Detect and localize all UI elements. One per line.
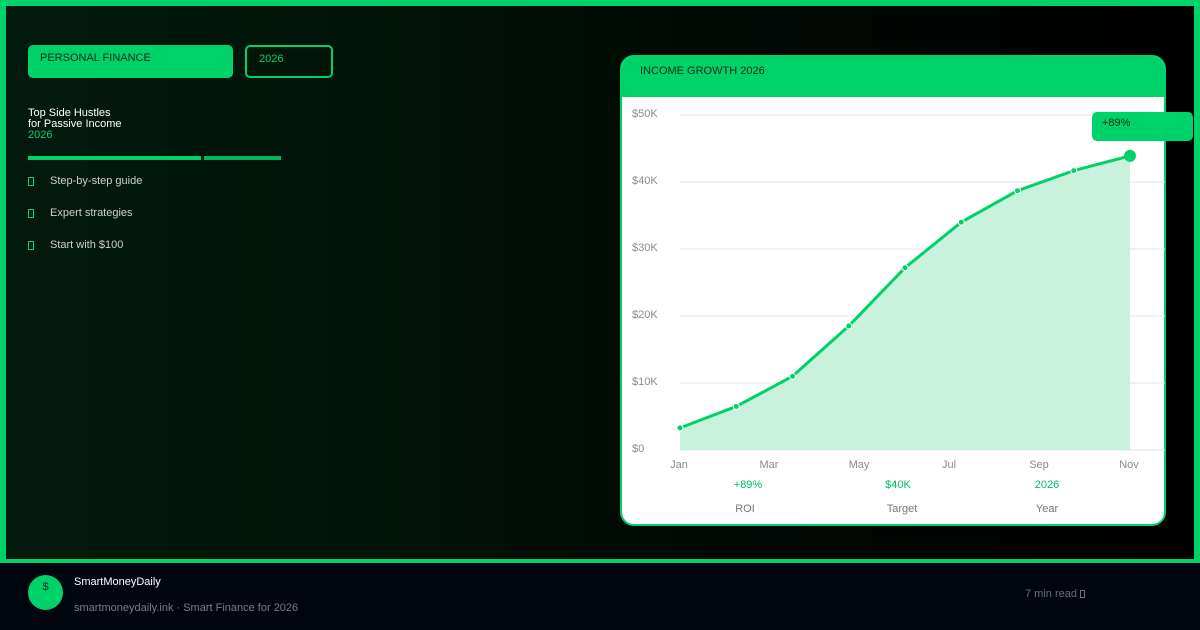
y-tick-label: $20K (632, 309, 658, 321)
y-tick-label: $0 (632, 443, 644, 455)
y-tick-label: $40K (632, 175, 658, 187)
brand-name: SmartMoneyDaily (74, 576, 161, 588)
data-point (676, 424, 684, 432)
data-point (789, 372, 796, 380)
footer: $ SmartMoneyDaily smartmoneydaily.ink · … (0, 563, 1200, 630)
stat-value-roi: +89% (733, 479, 763, 491)
data-point (845, 322, 853, 330)
stat-value-target: $40K (885, 479, 911, 491)
area-fill (680, 155, 1130, 450)
site-subtitle: smartmoneydaily.ink · Smart Finance for … (74, 602, 299, 614)
data-point (1070, 167, 1078, 175)
growth-badge: +89% (1092, 112, 1193, 141)
stat-label-year: Year (1035, 503, 1059, 515)
x-tick-label: May (849, 459, 870, 471)
logo: $ (28, 575, 63, 610)
stat-label-roi: ROI (735, 503, 755, 515)
x-tick-label: Jan (670, 459, 688, 471)
highlight-point (1124, 149, 1136, 162)
read-time: 7 min read (1025, 588, 1086, 600)
stat-label-target: Target (886, 503, 918, 515)
stat-value-year: 2026 (1034, 479, 1060, 491)
y-tick-label: $30K (632, 242, 658, 254)
x-tick-label: Nov (1119, 459, 1139, 471)
data-point (732, 402, 740, 410)
x-tick-label: Mar (760, 459, 779, 471)
income-chart: $0 $10K $20K $30K $40K $50K Jan Mar May Jul Sep Nov (632, 108, 1165, 471)
x-tick-label: Sep (1029, 459, 1049, 471)
data-point (1014, 187, 1021, 195)
x-tick-label: Jul (942, 459, 956, 471)
clock-icon (1080, 590, 1086, 599)
y-tick-label: $10K (632, 376, 658, 388)
read-time-label: 7 min read (1025, 588, 1077, 600)
y-tick-label: $50K (632, 108, 658, 120)
data-point (957, 218, 965, 226)
data-point (901, 264, 909, 272)
